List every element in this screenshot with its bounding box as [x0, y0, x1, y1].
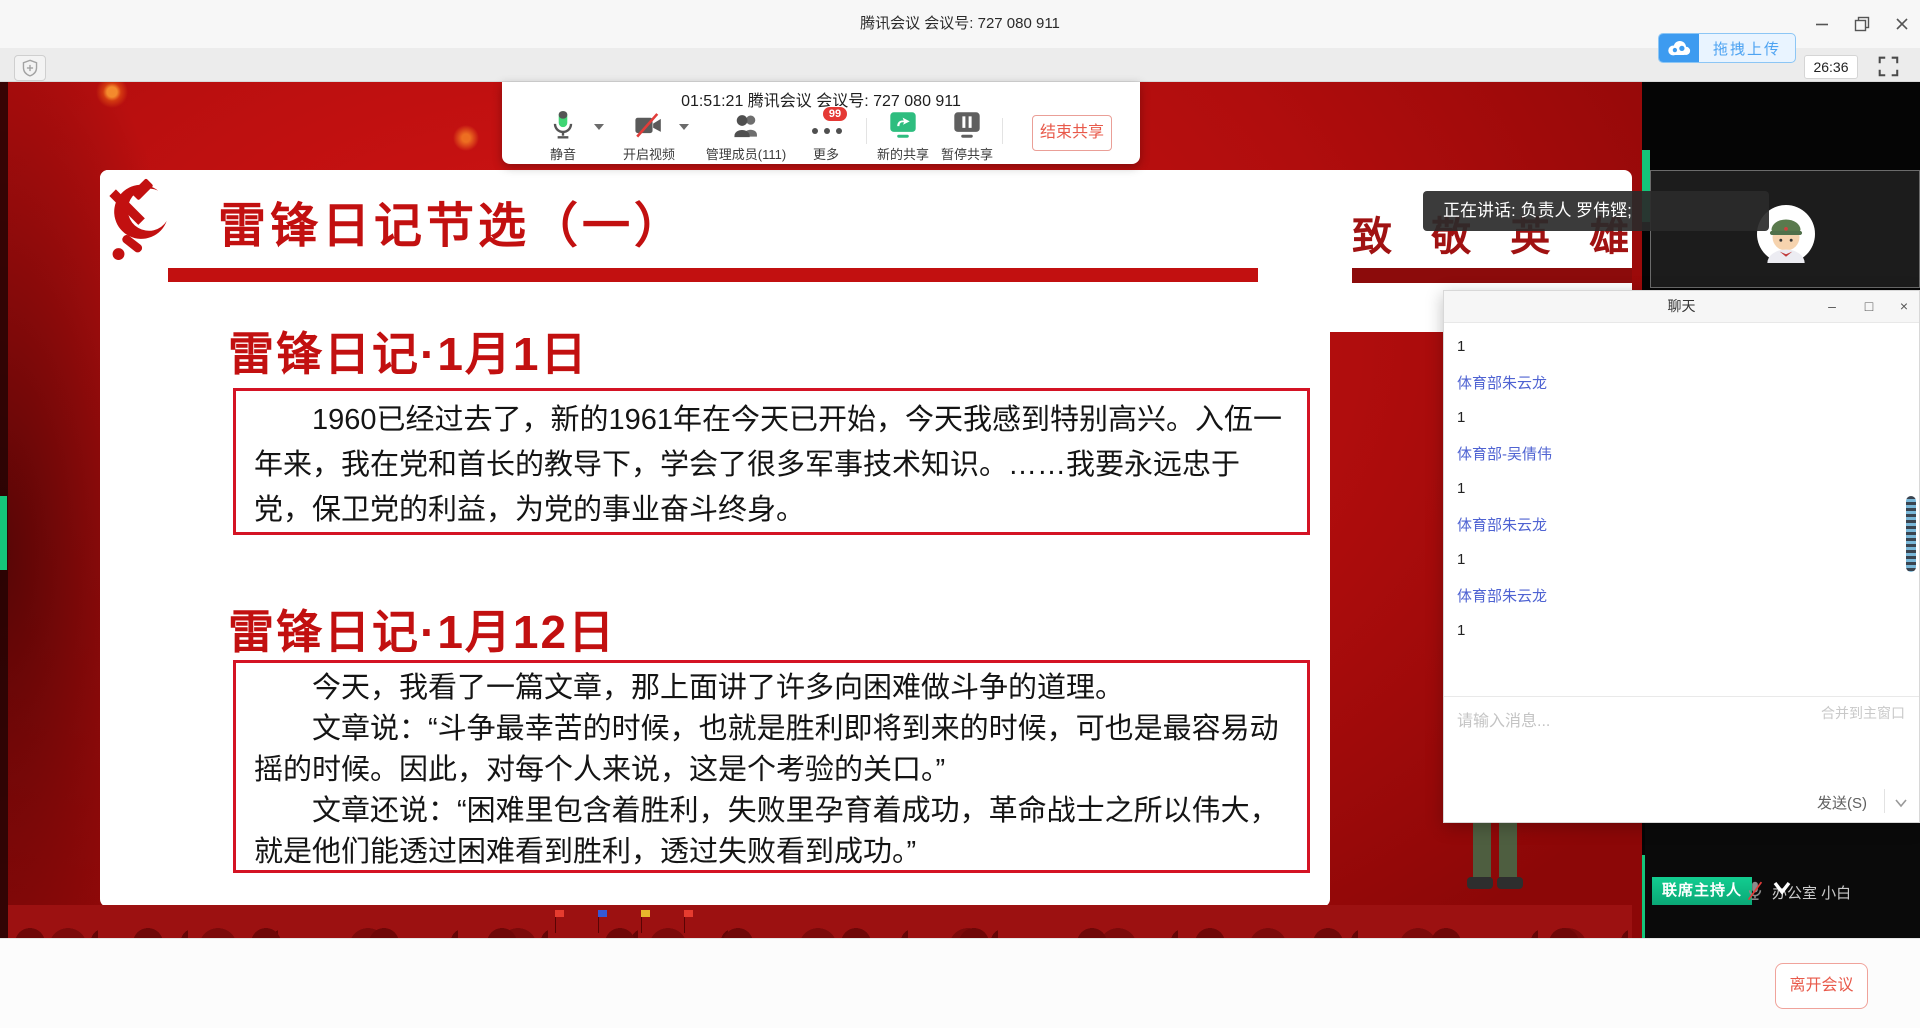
members-icon: [730, 111, 762, 139]
shield-plus-icon[interactable]: [14, 55, 46, 81]
cloud-icon: [1659, 34, 1699, 62]
chat-minimize-icon[interactable]: –: [1817, 291, 1847, 322]
white-chevron-icon: [1773, 880, 1791, 896]
window-titlebar: 腾讯会议 会议号: 727 080 911: [0, 0, 1920, 48]
speaking-toast: 正在讲话: 负责人 罗伟铿;: [1423, 191, 1769, 231]
chat-close-icon[interactable]: ×: [1889, 291, 1919, 322]
leave-meeting-button[interactable]: 离开会议: [1775, 963, 1868, 1009]
mic-options-caret-icon[interactable]: [594, 124, 604, 130]
crowd-silhouette: [8, 905, 1632, 938]
manage-members-label: 管理成员(111): [706, 144, 786, 163]
meeting-timer: 26:36: [1804, 55, 1858, 79]
chat-sender-name[interactable]: 体育部-吴倩伟: [1457, 436, 1912, 472]
chat-window: 聊天 – □ × 1 体育部朱云龙 1 体育部-吴倩伟 1 体育部朱云龙 1 体…: [1443, 290, 1920, 823]
end-share-button[interactable]: 结束共享: [1032, 115, 1112, 151]
drag-upload-label: 拖拽上传: [1699, 34, 1795, 62]
drag-upload-button[interactable]: 拖拽上传: [1658, 33, 1796, 63]
tiny-flags: [555, 910, 693, 933]
window-restore-icon[interactable]: [1850, 12, 1874, 36]
diary-box-2-text-1: 今天，我看了一篇文章，那上面讲了许多向困难做斗争的道理。: [254, 668, 1289, 709]
chat-header: 聊天 – □ ×: [1444, 291, 1919, 323]
fullscreen-icon[interactable]: [1876, 54, 1900, 78]
chat-message: 1: [1457, 400, 1912, 436]
new-share-button[interactable]: [888, 110, 918, 140]
send-button[interactable]: 发送(S): [1817, 792, 1867, 813]
new-share-label: 新的共享: [877, 144, 929, 163]
chat-input[interactable]: 请输入消息...: [1457, 707, 1550, 731]
mute-button[interactable]: [548, 110, 578, 140]
cohost-badge: 联席主持人: [1652, 877, 1752, 905]
window-title: 腾讯会议 会议号: 727 080 911: [0, 0, 1920, 48]
camera-button[interactable]: [634, 113, 664, 139]
chat-sender-name[interactable]: 体育部朱云龙: [1457, 365, 1912, 401]
share-status-text: 01:51:21 腾讯会议 会议号: 727 080 911: [502, 87, 1140, 111]
window-close-icon[interactable]: [1890, 12, 1914, 36]
chat-message: 1: [1457, 542, 1912, 578]
diary-box-2-text-3: 文章还说：“困难里包含着胜利，失败里孕育着成功，革命战士之所以伟大，就是他们能透…: [254, 791, 1289, 873]
camera-label: 开启视频: [623, 144, 675, 163]
video-thumbnail-bottom[interactable]: 联席主持人 办公室 小白: [1645, 823, 1920, 941]
mic-active-icon: [548, 110, 578, 140]
slide-title: 雷锋日记节选（一）: [218, 186, 686, 256]
window-subbar: [0, 48, 1920, 82]
mute-label: 静音: [550, 144, 576, 163]
window-minimize-icon[interactable]: [1810, 12, 1834, 36]
chat-sender-name[interactable]: 体育部朱云龙: [1457, 578, 1912, 614]
camera-off-icon: [634, 113, 664, 139]
toolbar-separator: [1002, 118, 1003, 144]
toolbar-separator: [866, 118, 867, 144]
share-screen-icon: [888, 110, 918, 140]
mic-muted-icon: [1745, 881, 1765, 901]
chat-input-divider: [1444, 696, 1919, 697]
camera-options-caret-icon[interactable]: [679, 124, 689, 130]
pause-share-button[interactable]: [952, 110, 982, 140]
shared-screen-region: 雷锋日记节选（一） 致 敬 英 雄 雷锋日记·1月1日 1960已经过去了，新的…: [0, 82, 1642, 938]
merge-to-main-link[interactable]: 合并到主窗口: [1821, 703, 1905, 723]
section-heading-2: 雷锋日记·1月12日: [228, 596, 616, 662]
slide-title-rule: [168, 268, 1258, 282]
manage-members-button[interactable]: [730, 111, 762, 139]
send-options-chevron-icon[interactable]: [1894, 796, 1908, 810]
bottom-toolbar: [0, 938, 1920, 1028]
party-emblem-icon: [104, 176, 170, 270]
diary-box-1: 1960已经过去了，新的1961年在今天已开始，今天我感到特别高兴。入伍一年来，…: [233, 388, 1310, 535]
diary-box-2-text-2: 文章说：“斗争最幸苦的时候，也就是胜利即将到来的时候，可也是最容易动摇的时候。因…: [254, 709, 1289, 791]
pause-share-label: 暂停共享: [941, 144, 993, 163]
share-toolbar: 01:51:21 腾讯会议 会议号: 727 080 911 静音 开启视频 管…: [502, 82, 1140, 164]
chat-sender-name[interactable]: 体育部朱云龙: [1457, 507, 1912, 543]
more-badge: 99: [822, 106, 848, 122]
more-button[interactable]: [810, 126, 844, 136]
chat-title: 聊天: [1444, 291, 1919, 322]
slide-corner-rule: [1352, 268, 1632, 283]
chat-scrollbar[interactable]: [1906, 496, 1916, 572]
more-dots-icon: [810, 126, 844, 136]
section-heading-1: 雷锋日记·1月1日: [228, 318, 588, 384]
chat-message: 1: [1457, 613, 1912, 649]
pause-share-icon: [952, 110, 982, 140]
chat-message: 1: [1457, 329, 1912, 365]
chat-maximize-icon[interactable]: □: [1854, 291, 1884, 322]
chat-message: 1: [1457, 471, 1912, 507]
share-border-green-left: [0, 496, 7, 570]
send-divider: [1884, 789, 1885, 813]
more-label: 更多: [813, 144, 839, 163]
chat-message-list[interactable]: 1 体育部朱云龙 1 体育部-吴倩伟 1 体育部朱云龙 1 体育部朱云龙 1: [1444, 323, 1912, 649]
diary-box-2: 今天，我看了一篇文章，那上面讲了许多向困难做斗争的道理。 文章说：“斗争最幸苦的…: [233, 660, 1310, 873]
diary-box-1-text: 1960已经过去了，新的1961年在今天已开始，今天我感到特别高兴。入伍一年来，…: [254, 398, 1289, 533]
